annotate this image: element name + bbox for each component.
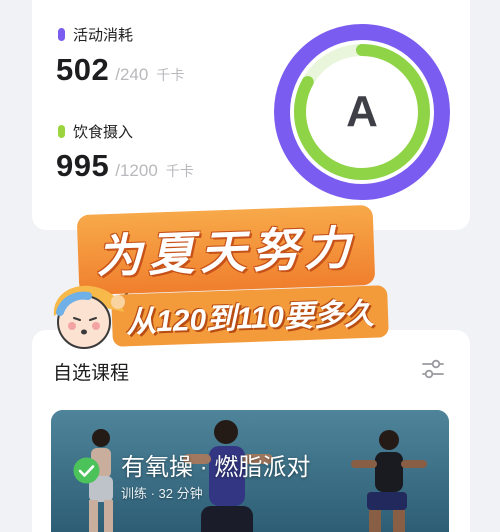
intake-target: /1200 <box>115 161 158 180</box>
intake-metric: 995 /1200 千卡 <box>56 148 194 184</box>
intake-label-text: 饮食摄入 <box>73 124 134 141</box>
activity-unit: 千卡 <box>156 67 185 83</box>
section-title: 自选课程 <box>53 363 130 384</box>
activity-target: /240 <box>115 65 149 84</box>
sliders-icon[interactable] <box>420 356 446 382</box>
activity-label-text: 活动消耗 <box>73 27 134 44</box>
activity-label: 活动消耗 <box>58 24 133 45</box>
intake-value: 995 <box>56 148 110 183</box>
course-title[interactable]: 有氧操 · 燃脂派对 <box>121 447 310 482</box>
course-meta: 训练 · 32 分钟 <box>121 486 203 501</box>
check-circle-icon[interactable] <box>73 457 100 484</box>
intake-dot-icon <box>58 125 65 138</box>
subline-banner: 从120到110要多久 <box>111 285 389 347</box>
activity-metric: 502 /240 千卡 <box>56 52 184 88</box>
intake-unit: 千卡 <box>165 163 194 179</box>
app-screen: 活动消耗 502 /240 千卡 饮食摄入 995 /1200 千卡 A 自选课… <box>0 0 500 532</box>
activity-dot-icon <box>58 28 65 41</box>
cartoon-face-sticker-icon <box>53 285 125 349</box>
intake-label: 饮食摄入 <box>58 121 133 142</box>
grade-badge: A <box>346 87 378 136</box>
activity-value: 502 <box>56 52 110 87</box>
